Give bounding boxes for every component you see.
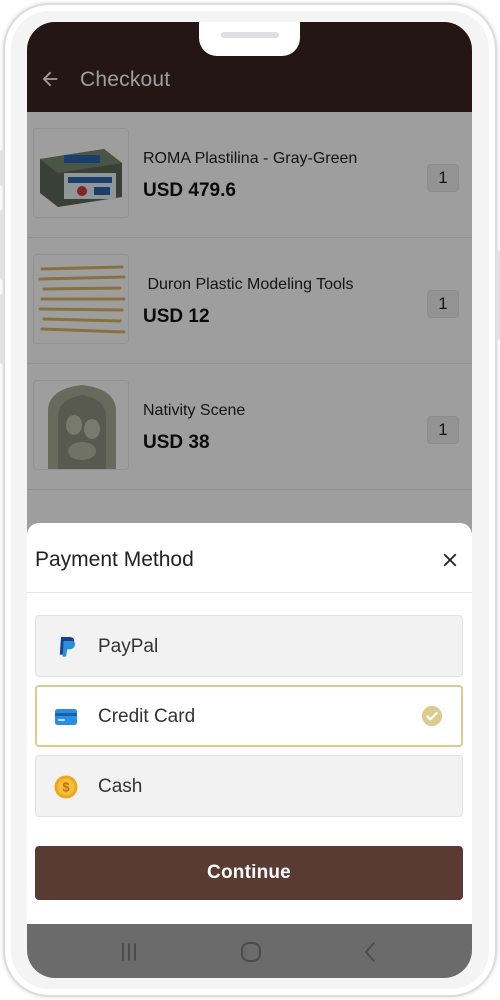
side-button: [0, 294, 4, 364]
payment-option-cash[interactable]: $ Cash: [35, 755, 463, 817]
side-button: [496, 250, 500, 340]
svg-text:$: $: [62, 780, 70, 795]
coin-icon: $: [54, 775, 78, 799]
check-circle-icon: [421, 705, 443, 727]
payment-option-credit-card[interactable]: Credit Card: [35, 685, 463, 747]
recent-apps-icon[interactable]: [117, 940, 141, 964]
side-button: [0, 150, 4, 186]
sheet-title: Payment Method: [35, 548, 194, 571]
home-icon[interactable]: [239, 940, 263, 964]
option-label: Credit Card: [98, 706, 196, 727]
option-label: PayPal: [98, 636, 159, 657]
divider: [27, 592, 472, 593]
payment-method-sheet: Payment Method PayPal Credit Card $ Cash…: [27, 523, 472, 924]
continue-button[interactable]: Continue: [35, 846, 463, 900]
payment-option-paypal[interactable]: PayPal: [35, 615, 463, 677]
paypal-icon: [59, 637, 76, 657]
screen: Checkout ROMA Plastilina - Gray-Green US…: [27, 22, 472, 978]
option-label: Cash: [98, 776, 143, 797]
back-icon[interactable]: [359, 940, 383, 964]
system-nav-bar: [27, 924, 472, 978]
speaker-grille: [221, 32, 279, 38]
close-icon[interactable]: [439, 549, 461, 571]
side-button: [0, 210, 4, 280]
phone-notch: [199, 22, 300, 56]
credit-card-icon: [55, 709, 77, 725]
